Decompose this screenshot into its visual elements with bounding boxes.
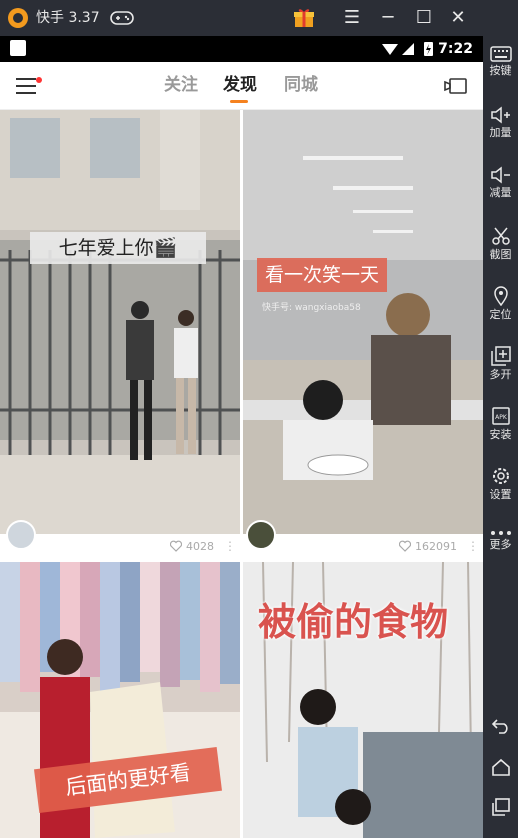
card-caption: 被偷的食物 xyxy=(258,600,449,644)
sidebar-label: 更多 xyxy=(489,538,512,551)
video-feed: 4028 ⋮ 七年爱上你🎬 162091 ⋮ 看一次笑一天 快手号: wangx… xyxy=(0,110,483,838)
video-thumbnail xyxy=(243,110,483,534)
keyboard-icon xyxy=(489,46,512,62)
close-icon[interactable]: ✕ xyxy=(448,8,468,28)
gear-icon xyxy=(492,468,509,484)
emulator-titlebar: 快手 3.37 ☰ ─ ☐ ✕ « xyxy=(0,0,518,36)
home-icon xyxy=(491,758,510,776)
emulator-sidebar: 按键 加量 减量 截图 定位 多开 APK 安装 设置 更多 xyxy=(483,0,518,838)
sidebar-label: 加量 xyxy=(489,126,512,139)
sidebar-item-screenshot[interactable]: 截图 xyxy=(483,226,518,262)
sidebar-label: 定位 xyxy=(489,308,512,321)
tab-nearby[interactable]: 同城 xyxy=(284,74,318,96)
status-icons xyxy=(382,42,433,56)
card-caption: 七年爱上你🎬 xyxy=(30,232,206,264)
location-icon xyxy=(493,286,508,306)
wifi-icon xyxy=(382,44,398,55)
video-card[interactable]: 162091 ⋮ xyxy=(243,110,483,560)
gamepad-icon[interactable] xyxy=(110,10,134,26)
card-watermark: 快手号: wangxiaoba58 xyxy=(262,303,361,313)
volume-down-icon xyxy=(490,166,510,184)
recent-apps-icon xyxy=(491,798,510,816)
sidebar-label: 减量 xyxy=(489,186,512,199)
active-tab-indicator xyxy=(230,100,248,103)
heart-icon[interactable] xyxy=(170,540,182,552)
card-caption: 看一次笑一天 xyxy=(257,258,388,292)
avatar[interactable] xyxy=(6,520,36,550)
home-button[interactable] xyxy=(483,758,518,776)
sidebar-item-multi-instance[interactable]: 多开 xyxy=(483,346,518,382)
more-options-icon[interactable]: ⋮ xyxy=(224,539,236,553)
notification-dot xyxy=(36,77,42,83)
svg-text:APK: APK xyxy=(495,414,508,421)
gift-icon[interactable] xyxy=(293,7,315,29)
notification-app-icon xyxy=(10,40,26,56)
heart-icon[interactable] xyxy=(399,540,411,552)
recent-apps-button[interactable] xyxy=(483,798,518,816)
video-thumbnail xyxy=(0,110,240,534)
window-title: 快手 3.37 xyxy=(36,10,100,26)
sidebar-label: 安装 xyxy=(489,428,512,441)
like-count: 4028 xyxy=(186,540,214,553)
more-options-icon[interactable]: ⋮ xyxy=(467,539,479,553)
apk-install-icon: APK xyxy=(491,407,510,425)
app-header: 关注 发现 同城 xyxy=(0,62,483,110)
card-meta: 4028 ⋮ xyxy=(0,534,240,560)
sidebar-label: 设置 xyxy=(489,488,512,501)
maximize-icon[interactable]: ☐ xyxy=(414,8,434,28)
card-meta: 162091 ⋮ xyxy=(243,534,483,560)
kuaishou-logo-icon xyxy=(8,8,28,28)
tab-following[interactable]: 关注 xyxy=(164,74,198,96)
hamburger-menu-icon[interactable] xyxy=(16,78,38,94)
video-card[interactable]: 4028 ⋮ xyxy=(0,110,240,560)
sidebar-item-settings[interactable]: 设置 xyxy=(483,466,518,502)
sidebar-item-volume-up[interactable]: 加量 xyxy=(483,106,518,140)
back-icon xyxy=(491,719,508,734)
scissors-icon xyxy=(491,227,510,245)
minimize-icon[interactable]: ─ xyxy=(378,8,398,28)
sidebar-label: 多开 xyxy=(489,368,512,381)
sidebar-item-more[interactable]: 更多 xyxy=(483,530,518,552)
sidebar-label: 按键 xyxy=(489,64,512,77)
menu-icon[interactable]: ☰ xyxy=(342,8,362,28)
signal-icon xyxy=(402,43,414,55)
back-button[interactable] xyxy=(483,718,518,734)
sidebar-label: 截图 xyxy=(489,248,512,261)
multi-open-icon xyxy=(490,346,511,366)
clock: 7:22 xyxy=(438,41,473,57)
avatar[interactable] xyxy=(246,520,276,550)
tab-discover[interactable]: 发现 xyxy=(223,74,257,96)
volume-up-icon xyxy=(490,106,510,124)
like-count: 162091 xyxy=(415,540,457,553)
sidebar-item-keys[interactable]: 按键 xyxy=(483,46,518,78)
android-status-bar: 7:22 xyxy=(0,36,483,62)
sidebar-item-volume-down[interactable]: 减量 xyxy=(483,166,518,200)
camera-icon[interactable] xyxy=(444,77,468,95)
more-dots-icon xyxy=(490,531,511,535)
sidebar-item-location[interactable]: 定位 xyxy=(483,286,518,322)
sidebar-item-install-apk[interactable]: APK 安装 xyxy=(483,406,518,442)
